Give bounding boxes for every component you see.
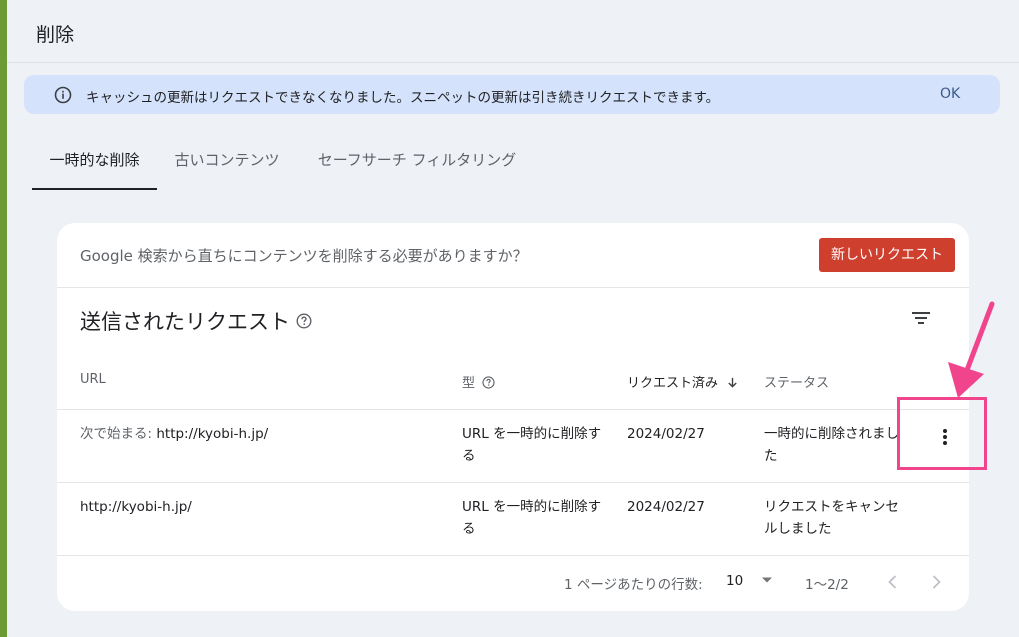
removal-question: Google 検索から直ちにコンテンツを削除する必要がありますか？ (80, 247, 528, 265)
column-header-requested[interactable]: リクエスト済み (627, 372, 739, 391)
section-title: 送信されたリクエスト (80, 310, 290, 334)
table-row[interactable]: http://kyobi-h.jp/ URL を一時的に削除す る 2024/0… (57, 483, 969, 555)
column-header-type[interactable]: 型 (462, 372, 495, 391)
status-cell: リクエストをキャンセ ルしました (764, 496, 914, 540)
type-line: る (462, 521, 476, 537)
rows-per-page-label: 1 ページあたりの行数: (564, 577, 703, 593)
chevron-right-icon[interactable] (926, 572, 946, 592)
url-cell: http://kyobi-h.jp/ (80, 496, 192, 518)
sort-descending-icon (728, 377, 737, 388)
page-title: 削除 (36, 24, 75, 46)
url-value: http://kyobi-h.jp/ (156, 426, 269, 442)
filter-icon[interactable] (910, 307, 932, 329)
dropdown-arrow-icon (762, 577, 773, 583)
rows-per-page-select[interactable]: 10 (726, 573, 773, 589)
banner-message: キャッシュの更新はリクエストできなくなりました。スニペットの更新は引き続きリクエ… (86, 90, 720, 106)
column-header-requested-label: リクエスト済み (627, 376, 719, 391)
info-icon (54, 86, 72, 104)
type-cell: URL を一時的に削除す る (462, 423, 612, 467)
annotation-arrow-icon (948, 301, 995, 398)
tab-safesearch-filtering[interactable]: セーフサーチ フィルタリング (312, 138, 522, 190)
info-banner: キャッシュの更新はリクエストできなくなりました。スニペットの更新は引き続きリクエ… (24, 75, 1000, 114)
url-prefix: 次で始まる: (80, 426, 157, 442)
banner-ok-button[interactable]: OK (940, 86, 960, 102)
column-header-status[interactable]: ステータス (764, 372, 829, 391)
date-cell: 2024/02/27 (627, 499, 705, 515)
column-header-url[interactable]: URL (80, 372, 106, 387)
type-line: URL を一時的に削除す (462, 499, 602, 515)
page-header: 削除 (7, 0, 1019, 63)
url-value: http://kyobi-h.jp/ (80, 499, 192, 515)
date-cell: 2024/02/27 (627, 426, 705, 442)
divider (57, 555, 969, 556)
status-line: ルしました (764, 521, 832, 537)
rows-per-page-value: 10 (726, 573, 744, 589)
column-header-type-label: 型 (462, 376, 476, 391)
annotation-highlight-box (897, 397, 987, 470)
removals-page: 削除 キャッシュの更新はリクエストできなくなりました。スニペットの更新は引き続き… (7, 0, 1019, 637)
new-request-button[interactable]: 新しいリクエスト (819, 238, 955, 272)
type-cell: URL を一時的に削除す る (462, 496, 612, 540)
divider (57, 287, 969, 288)
status-line: リクエストをキャンセ (764, 499, 899, 515)
tab-outdated-content[interactable]: 古いコンテンツ (172, 138, 282, 190)
chevron-left-icon[interactable] (883, 572, 903, 592)
requests-card: Google 検索から直ちにコンテンツを削除する必要がありますか？ 新しいリクエ… (57, 223, 969, 611)
tab-temporary-removals[interactable]: 一時的な削除 (32, 138, 157, 190)
help-icon[interactable] (296, 313, 312, 329)
table-row[interactable]: 次で始まる: http://kyobi-h.jp/ URL を一時的に削除す る… (57, 410, 969, 482)
help-icon[interactable] (482, 376, 495, 389)
active-tab-indicator (32, 188, 157, 190)
status-line: た (764, 448, 778, 464)
status-cell: 一時的に削除されまし た (764, 423, 914, 467)
type-line: る (462, 448, 476, 464)
pagination-range: 1〜2/2 (805, 577, 849, 593)
status-line: 一時的に削除されまし (764, 426, 899, 442)
url-cell: 次で始まる: http://kyobi-h.jp/ (80, 423, 268, 445)
window-left-border (0, 0, 7, 637)
type-line: URL を一時的に削除す (462, 426, 602, 442)
